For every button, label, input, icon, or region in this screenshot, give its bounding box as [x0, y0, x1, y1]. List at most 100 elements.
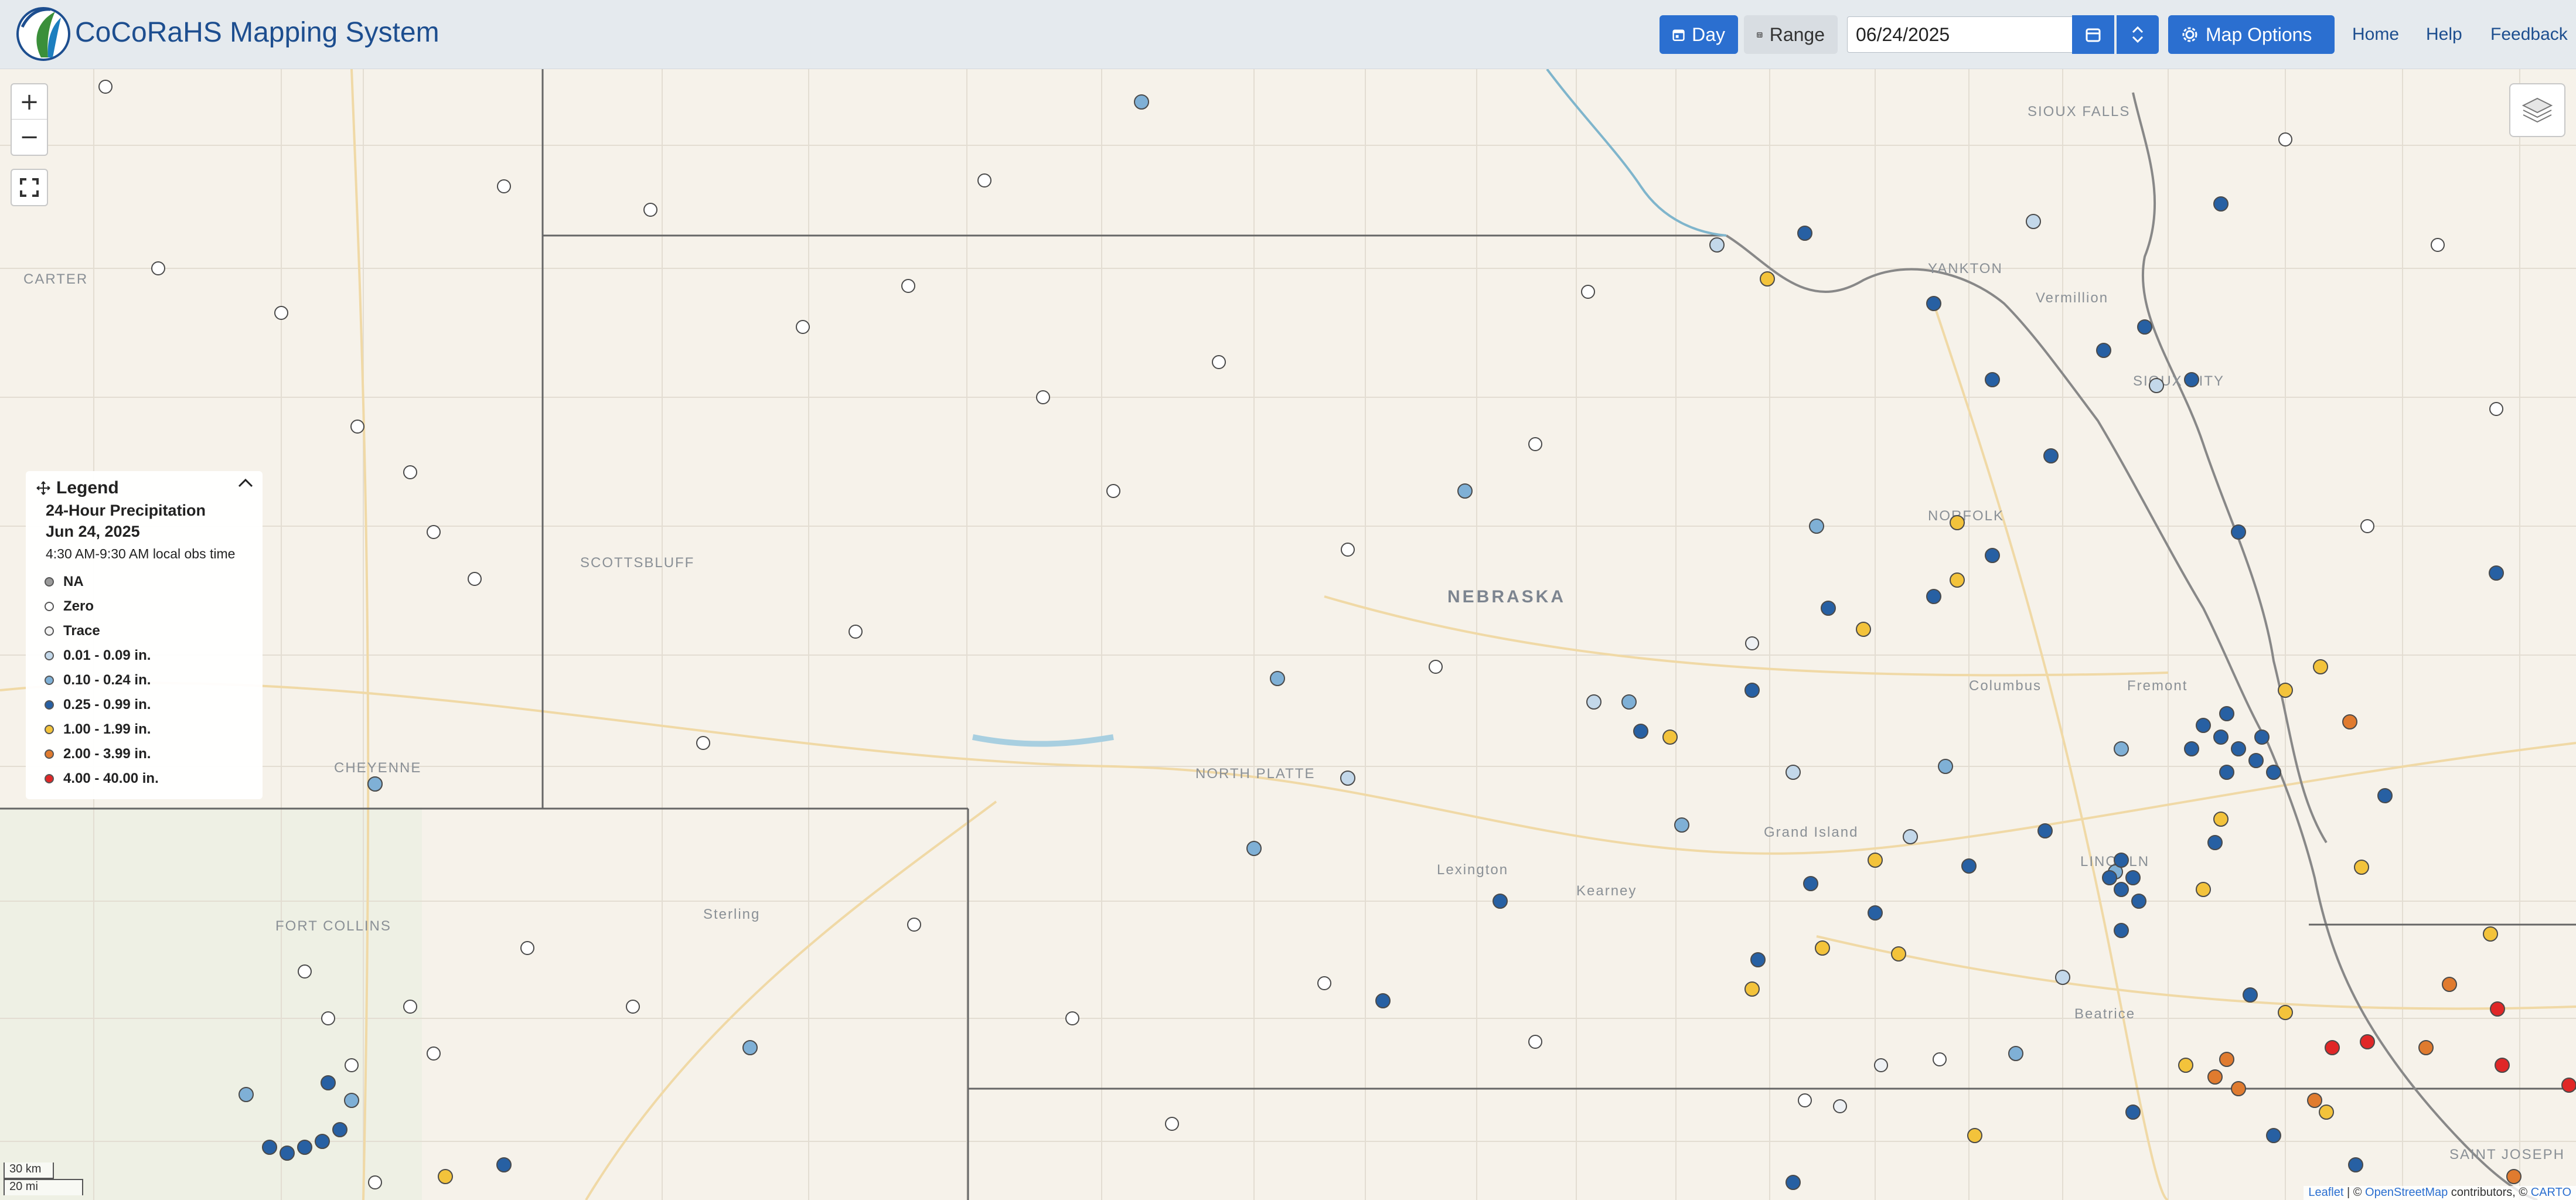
- station-marker[interactable]: [1821, 601, 1836, 616]
- station-marker[interactable]: [1106, 484, 1120, 498]
- station-marker[interactable]: [2037, 823, 2053, 838]
- station-marker[interactable]: [1891, 946, 1906, 962]
- station-marker[interactable]: [2102, 870, 2117, 885]
- station-marker[interactable]: [2213, 729, 2229, 745]
- station-marker[interactable]: [321, 1011, 335, 1025]
- station-marker[interactable]: [1493, 894, 1508, 909]
- station-marker[interactable]: [2125, 870, 2141, 885]
- osm-link[interactable]: OpenStreetMap: [2365, 1186, 2448, 1199]
- station-marker[interactable]: [2114, 853, 2129, 868]
- station-marker[interactable]: [2490, 1001, 2505, 1017]
- station-marker[interactable]: [2431, 238, 2445, 252]
- station-marker[interactable]: [1633, 724, 1648, 739]
- chevron-up-icon[interactable]: [2131, 25, 2145, 34]
- station-marker[interactable]: [1803, 876, 1818, 891]
- station-marker[interactable]: [1856, 622, 1871, 637]
- station-marker[interactable]: [1926, 589, 1941, 604]
- station-marker[interactable]: [1786, 765, 1801, 780]
- station-marker[interactable]: [238, 1087, 254, 1102]
- station-marker[interactable]: [2266, 765, 2281, 780]
- station-marker[interactable]: [403, 1000, 417, 1014]
- station-marker[interactable]: [315, 1134, 330, 1149]
- station-marker[interactable]: [2377, 788, 2393, 803]
- station-marker[interactable]: [1786, 1175, 1801, 1190]
- station-marker[interactable]: [350, 420, 364, 434]
- nav-feedback-link[interactable]: Feedback: [2490, 25, 2568, 45]
- station-marker[interactable]: [2266, 1128, 2281, 1143]
- station-marker[interactable]: [1036, 390, 1050, 404]
- station-marker[interactable]: [520, 941, 534, 955]
- station-marker[interactable]: [1815, 940, 1830, 956]
- station-marker[interactable]: [1985, 548, 2000, 563]
- station-marker[interactable]: [1868, 905, 1883, 921]
- station-marker[interactable]: [2248, 753, 2264, 768]
- station-marker[interactable]: [1341, 543, 1355, 557]
- station-marker[interactable]: [2213, 196, 2229, 212]
- station-marker[interactable]: [696, 736, 710, 750]
- station-marker[interactable]: [2213, 812, 2229, 827]
- move-icon[interactable]: [36, 481, 50, 495]
- station-marker[interactable]: [1938, 759, 1953, 774]
- station-marker[interactable]: [2207, 1069, 2223, 1085]
- station-marker[interactable]: [497, 179, 511, 193]
- station-marker[interactable]: [1745, 636, 1759, 650]
- station-marker[interactable]: [2125, 1104, 2141, 1120]
- station-marker[interactable]: [2254, 729, 2270, 745]
- station-marker[interactable]: [321, 1075, 336, 1090]
- station-marker[interactable]: [2196, 882, 2211, 897]
- station-marker[interactable]: [2096, 343, 2111, 358]
- station-marker[interactable]: [2231, 1081, 2246, 1096]
- station-marker[interactable]: [1662, 729, 1678, 745]
- station-marker[interactable]: [2307, 1093, 2322, 1108]
- date-stepper[interactable]: [2117, 15, 2159, 54]
- station-marker[interactable]: [1903, 829, 1918, 844]
- station-marker[interactable]: [977, 173, 991, 188]
- date-picker-button[interactable]: [2072, 15, 2114, 54]
- station-marker[interactable]: [2196, 718, 2211, 733]
- station-marker[interactable]: [2149, 378, 2164, 393]
- station-marker[interactable]: [1961, 858, 1977, 874]
- station-marker[interactable]: [2114, 882, 2129, 897]
- station-marker[interactable]: [2184, 372, 2199, 387]
- station-marker[interactable]: [1797, 226, 1812, 241]
- station-marker[interactable]: [2055, 970, 2070, 985]
- station-marker[interactable]: [2219, 706, 2234, 721]
- station-marker[interactable]: [1874, 1058, 1888, 1072]
- station-marker[interactable]: [2418, 1040, 2434, 1055]
- station-marker[interactable]: [468, 572, 482, 586]
- carto-link[interactable]: CARTO: [2531, 1186, 2571, 1199]
- zoom-out-button[interactable]: −: [12, 120, 47, 155]
- day-button[interactable]: Day: [1660, 15, 1738, 54]
- station-marker[interactable]: [1340, 771, 1355, 786]
- station-marker[interactable]: [2354, 860, 2369, 875]
- station-marker[interactable]: [2026, 214, 2041, 229]
- station-marker[interactable]: [1165, 1117, 1179, 1131]
- map-options-button[interactable]: Map Options: [2168, 15, 2335, 54]
- station-marker[interactable]: [2342, 714, 2357, 729]
- station-marker[interactable]: [368, 1175, 382, 1189]
- station-marker[interactable]: [297, 1140, 312, 1155]
- legend-header[interactable]: Legend: [36, 478, 119, 498]
- station-marker[interactable]: [2489, 565, 2504, 581]
- station-marker[interactable]: [849, 625, 863, 639]
- station-marker[interactable]: [742, 1040, 758, 1055]
- station-marker[interactable]: [427, 525, 441, 539]
- station-marker[interactable]: [1744, 683, 1760, 698]
- station-marker[interactable]: [2325, 1040, 2340, 1055]
- station-marker[interactable]: [907, 918, 921, 932]
- station-marker[interactable]: [1809, 519, 1824, 534]
- station-marker[interactable]: [151, 261, 165, 275]
- station-marker[interactable]: [1926, 296, 1941, 311]
- station-marker[interactable]: [1833, 1099, 1847, 1113]
- station-marker[interactable]: [2114, 923, 2129, 938]
- layers-button[interactable]: [2509, 83, 2565, 137]
- station-marker[interactable]: [1798, 1093, 1812, 1107]
- station-marker[interactable]: [626, 1000, 640, 1014]
- station-marker[interactable]: [2231, 741, 2246, 756]
- station-marker[interactable]: [2561, 1078, 2576, 1093]
- station-marker[interactable]: [98, 80, 113, 94]
- station-marker[interactable]: [1586, 694, 1602, 710]
- station-marker[interactable]: [2278, 683, 2293, 698]
- station-marker[interactable]: [1429, 660, 1443, 674]
- station-marker[interactable]: [1246, 841, 1262, 856]
